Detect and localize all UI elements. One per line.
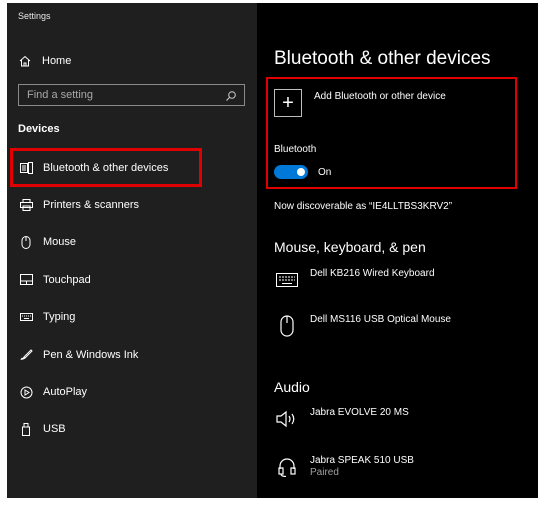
sidebar-item-mouse[interactable]: Mouse — [7, 224, 257, 261]
bluetooth-state: On — [318, 166, 332, 178]
bluetooth-label: Bluetooth — [274, 144, 317, 155]
toggle-knob — [297, 168, 305, 176]
plus-icon: + — [282, 92, 294, 114]
sidebar-item-label: Typing — [43, 311, 76, 324]
device-name: Jabra SPEAK 510 USB — [310, 455, 414, 466]
home-label: Home — [42, 55, 72, 67]
device-name: Dell MS116 USB Optical Mouse — [310, 314, 451, 325]
speaker-icon — [274, 406, 300, 432]
sidebar-item-printers[interactable]: Printers & scanners — [7, 186, 257, 223]
mouse-keyboard-section-title: Mouse, keyboard, & pen — [274, 239, 426, 255]
window-title: Settings — [18, 11, 51, 21]
sidebar-item-label: Printers & scanners — [43, 199, 139, 212]
keyboard-icon — [274, 267, 300, 293]
sidebar-item-label: Mouse — [43, 236, 77, 249]
mouse-icon — [19, 235, 33, 249]
sidebar-nav: Bluetooth & other devices Printers & sca… — [7, 149, 257, 448]
keyboard-icon — [19, 310, 33, 324]
mouse-icon — [274, 313, 300, 339]
home-link[interactable]: Home — [18, 51, 71, 71]
sidebar-item-touchpad[interactable]: Touchpad — [7, 261, 257, 298]
device-name: Dell KB216 Wired Keyboard — [310, 268, 435, 279]
pen-icon — [19, 348, 33, 362]
bluetooth-toggle[interactable] — [274, 165, 308, 179]
sidebar-item-autoplay[interactable]: AutoPlay — [7, 373, 257, 410]
sidebar-item-label: Pen & Windows Ink — [43, 348, 139, 361]
audio-section-title: Audio — [274, 379, 310, 395]
main-panel: Bluetooth & other devices + Add Bluetoot… — [257, 3, 538, 498]
sidebar-item-label: Bluetooth & other devices — [43, 161, 169, 174]
device-speaker[interactable]: Jabra EVOLVE 20 MS — [274, 406, 409, 432]
devices-section-title: Devices — [18, 123, 60, 135]
bluetooth-toggle-row[interactable]: On — [274, 165, 331, 179]
sidebar-item-bluetooth[interactable]: Bluetooth & other devices — [7, 149, 257, 186]
printer-icon — [19, 198, 33, 212]
device-name: Jabra EVOLVE 20 MS — [310, 407, 409, 418]
sidebar-item-pen[interactable]: Pen & Windows Ink — [7, 336, 257, 373]
add-device-button[interactable]: + — [274, 89, 302, 117]
search-icon[interactable] — [225, 89, 237, 101]
sidebar-item-label: AutoPlay — [43, 386, 88, 399]
home-icon — [18, 54, 32, 68]
device-status: Paired — [310, 467, 339, 478]
device-mouse[interactable]: Dell MS116 USB Optical Mouse — [274, 313, 451, 339]
sidebar-item-label: USB — [43, 423, 66, 436]
sidebar-item-label: Touchpad — [43, 273, 91, 286]
search-input[interactable] — [27, 89, 217, 101]
autoplay-icon — [19, 385, 33, 399]
bluetooth-devices-icon — [19, 161, 33, 175]
add-device-label[interactable]: Add Bluetooth or other device — [314, 91, 446, 102]
search-box[interactable] — [18, 84, 245, 106]
add-device-row[interactable]: + Add Bluetooth or other device — [274, 89, 446, 117]
discoverable-text: Now discoverable as “IE4LLTBS3KRV2” — [274, 201, 453, 212]
headset-icon — [274, 454, 300, 480]
settings-window: Settings Home Devices Bluetooth & other … — [7, 3, 538, 498]
sidebar: Settings Home Devices Bluetooth & other … — [7, 3, 257, 498]
usb-icon — [19, 422, 33, 436]
page-title: Bluetooth & other devices — [274, 48, 491, 69]
device-headset[interactable]: Jabra SPEAK 510 USB Paired — [274, 454, 414, 480]
sidebar-item-typing[interactable]: Typing — [7, 299, 257, 336]
sidebar-item-usb[interactable]: USB — [7, 411, 257, 448]
touchpad-icon — [19, 273, 33, 287]
device-keyboard[interactable]: Dell KB216 Wired Keyboard — [274, 267, 435, 293]
